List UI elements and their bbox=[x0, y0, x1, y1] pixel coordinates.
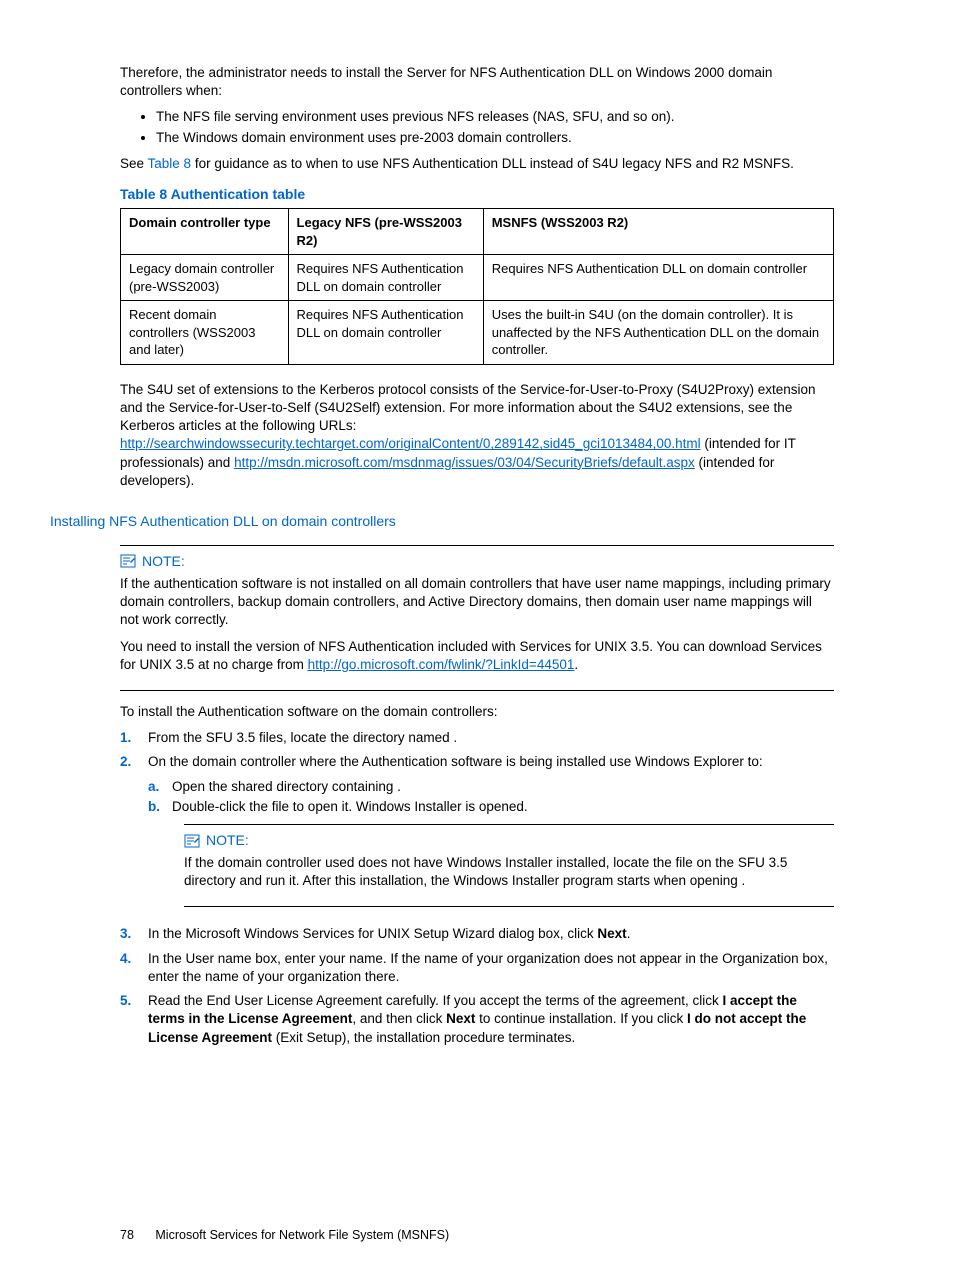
intro-bullets: The NFS file serving environment uses pr… bbox=[120, 108, 834, 146]
authentication-table: Domain controller type Legacy NFS (pre-W… bbox=[120, 208, 834, 365]
step-item: 1. From the SFU 3.5 files, locate the di… bbox=[120, 729, 834, 747]
external-link[interactable]: http://go.microsoft.com/fwlink/?LinkId=4… bbox=[308, 657, 575, 672]
step-item: 5. Read the End User License Agreement c… bbox=[120, 992, 834, 1047]
install-intro: To install the Authentication software o… bbox=[120, 703, 834, 721]
section-heading: Installing NFS Authentication DLL on dom… bbox=[50, 512, 834, 531]
bullet-item: The Windows domain environment uses pre-… bbox=[156, 129, 834, 147]
see-table-paragraph: See Table 8 for guidance as to when to u… bbox=[120, 155, 834, 173]
step-number: 1. bbox=[120, 729, 148, 747]
sub-step-letter: b. bbox=[148, 798, 172, 816]
note-text: If the authentication software is not in… bbox=[120, 575, 834, 630]
step-number: 4. bbox=[120, 950, 148, 986]
table-row: Recent domain controllers (WSS2003 and l… bbox=[121, 301, 834, 365]
note-icon bbox=[120, 554, 136, 568]
s4u-paragraph: The S4U set of extensions to the Kerbero… bbox=[120, 381, 834, 490]
note-label: NOTE: bbox=[184, 831, 834, 850]
note-icon bbox=[184, 834, 200, 848]
table-ref-link[interactable]: Table 8 bbox=[148, 156, 192, 171]
table-header: MSNFS (WSS2003 R2) bbox=[483, 208, 833, 254]
step-item: 4. In the User name box, enter your name… bbox=[120, 950, 834, 986]
note-text: You need to install the version of NFS A… bbox=[120, 638, 834, 674]
external-link[interactable]: http://searchwindowssecurity.techtarget.… bbox=[120, 436, 701, 451]
step-number: 3. bbox=[120, 925, 148, 943]
bullet-item: The NFS file serving environment uses pr… bbox=[156, 108, 834, 126]
sub-step-letter: a. bbox=[148, 778, 172, 796]
table-row: Legacy domain controller (pre-WSS2003) R… bbox=[121, 255, 834, 301]
note-block: NOTE: If the domain controller used does… bbox=[184, 824, 834, 907]
note-label: NOTE: bbox=[120, 552, 834, 571]
page-footer: 78 Microsoft Services for Network File S… bbox=[120, 1227, 834, 1244]
table-header: Domain controller type bbox=[121, 208, 289, 254]
install-steps: 1. From the SFU 3.5 files, locate the di… bbox=[120, 729, 834, 1047]
step-number: 5. bbox=[120, 992, 148, 1047]
step-item: 3. In the Microsoft Windows Services for… bbox=[120, 925, 834, 943]
step-number: 2. bbox=[120, 753, 148, 919]
sub-steps: a. Open the shared directory containing … bbox=[148, 778, 834, 816]
step-item: 2. On the domain controller where the Au… bbox=[120, 753, 834, 919]
sub-step-item: b. Double-click the file to open it. Win… bbox=[148, 798, 834, 816]
table-header: Legacy NFS (pre-WSS2003 R2) bbox=[288, 208, 483, 254]
external-link[interactable]: http://msdn.microsoft.com/msdnmag/issues… bbox=[234, 455, 695, 470]
intro-paragraph: Therefore, the administrator needs to in… bbox=[120, 64, 834, 100]
sub-step-item: a. Open the shared directory containing … bbox=[148, 778, 834, 796]
table-caption: Table 8 Authentication table bbox=[120, 185, 834, 204]
note-text: If the domain controller used does not h… bbox=[184, 854, 834, 890]
note-block: NOTE: If the authentication software is … bbox=[120, 545, 834, 691]
